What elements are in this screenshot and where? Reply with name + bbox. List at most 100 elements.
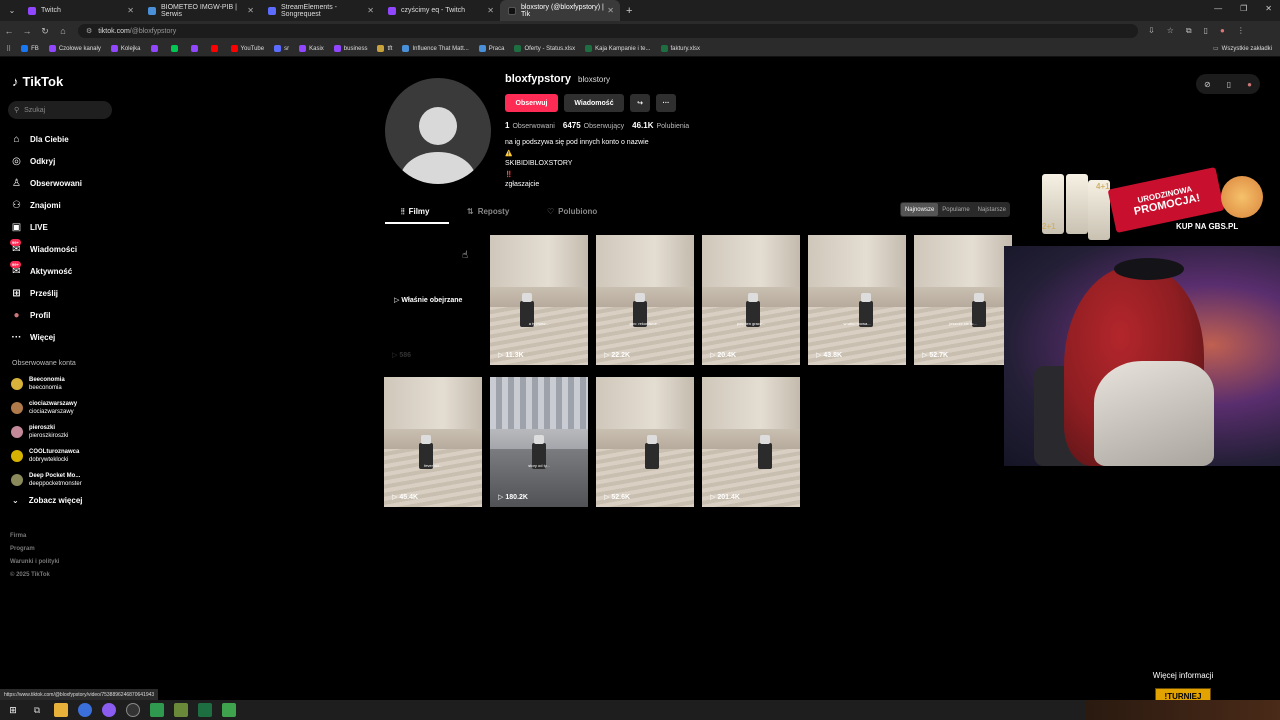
nav-item-message[interactable]: ✉ 99+ Wiadomości (10, 238, 82, 260)
video-tile[interactable]: a ty masz... ▷ 11.3K (490, 235, 588, 365)
close-icon[interactable]: ✕ (127, 6, 134, 15)
bookmark-star-icon[interactable]: ☆ (1167, 26, 1174, 36)
followed-account[interactable]: Deep Pocket Mo... deeppocketmonster (11, 468, 82, 492)
share-icon[interactable]: ↪ (630, 94, 650, 112)
video-tile[interactable]: ▷ 201.4K (702, 377, 800, 507)
chrome-icon[interactable] (78, 703, 92, 717)
follow-button[interactable]: Obserwuj (505, 94, 558, 112)
bookmark-item[interactable]: FB (21, 45, 39, 52)
apps-grid-icon[interactable]: ⠿ (6, 45, 11, 53)
video-tile[interactable]: w wiku mowa... ▷ 43.8K (808, 235, 906, 365)
bookmark-item[interactable]: YouTube (230, 45, 264, 52)
extensions-icon[interactable]: ⧉ (1186, 26, 1192, 36)
bookmark-item[interactable]: faktury.xlsx (660, 45, 700, 52)
user-avatar-icon[interactable]: ● (1247, 80, 1252, 89)
close-icon[interactable]: ✕ (367, 6, 374, 15)
bookmark-item[interactable] (170, 45, 181, 52)
app-minecraft-icon[interactable] (174, 703, 188, 717)
new-tab-plus-icon[interactable]: + (626, 5, 632, 17)
nav-item-compass[interactable]: ◎ Odkryj (11, 150, 82, 172)
nav-item-avatar[interactable]: ● Profil (11, 304, 82, 326)
close-window-icon[interactable]: ✕ (1265, 4, 1272, 13)
close-icon[interactable]: ✕ (487, 6, 494, 15)
bookmark-item[interactable]: business (333, 45, 367, 52)
tab-reposts[interactable]: ⇅ Reposty (467, 207, 509, 216)
footer-link-company[interactable]: Firma (10, 530, 59, 543)
install-app-icon[interactable]: ⇩ (1148, 26, 1155, 36)
device-icon[interactable]: ▯ (1227, 80, 1231, 89)
reload-icon[interactable]: ↻ (36, 26, 54, 37)
site-info-icon[interactable]: ⚙ (86, 27, 92, 35)
bookmark-item[interactable]: Influence That Matt... (402, 45, 469, 52)
tab-liked[interactable]: ♡ Polubiono (547, 207, 597, 216)
task-view-icon[interactable]: ⧉ (30, 703, 44, 717)
file-explorer-icon[interactable] (54, 703, 68, 717)
windows-start-icon[interactable]: ⊞ (6, 703, 20, 717)
followed-account[interactable]: Beeconomia beeconomia (11, 372, 82, 396)
minimize-icon[interactable]: — (1214, 4, 1222, 13)
message-button[interactable]: Wiadomość (564, 94, 624, 112)
nav-item-person[interactable]: ♙ Obserwowani (11, 172, 82, 194)
back-icon[interactable]: ← (0, 26, 18, 36)
nav-item-live[interactable]: ▣ LIVE (11, 216, 82, 238)
tiktok-logo[interactable]: ♪ TikTok (12, 74, 63, 89)
bookmark-item[interactable]: Kaja Kampanie i te... (585, 45, 651, 52)
browser-tab[interactable]: Twitch ✕ (20, 0, 140, 21)
bookmark-item[interactable]: Czołowe kanały (48, 45, 101, 52)
close-icon[interactable]: ✕ (607, 6, 614, 15)
all-bookmarks-folder[interactable]: ▭ Wszystkie zakładki (1213, 45, 1272, 53)
forward-icon[interactable]: → (18, 26, 36, 36)
app-excel-icon[interactable] (198, 703, 212, 717)
nav-item-activity[interactable]: ✉ 99+ Aktywność (10, 260, 82, 282)
bookmark-item[interactable]: Kasix (299, 45, 324, 52)
video-tile[interactable]: story od ty... ▷ 180.2K (490, 377, 588, 507)
sort-oldest[interactable]: Najstarsze (974, 203, 1010, 216)
video-tile[interactable]: fever od... ▷ 45.4K (384, 377, 482, 507)
tab-videos[interactable]: ⦙⦙ Filmy (401, 207, 430, 217)
bookmark-item[interactable] (190, 45, 201, 52)
video-tile[interactable]: jeszcze sie tu... ▷ 52.7K (914, 235, 1012, 365)
sidebar-toggle-icon[interactable]: ▯ (1204, 26, 1208, 36)
see-more-button[interactable]: ⌄ Zobacz więcej (12, 496, 83, 505)
nav-item-upload[interactable]: ⊞ Prześlij (11, 282, 82, 304)
video-tile[interactable]: pov: rekordwoe... ▷ 22.2K (596, 235, 694, 365)
following-stat[interactable]: 1 Obserwowani (505, 121, 555, 130)
bookmark-item[interactable]: tft (377, 45, 392, 52)
nav-item-friends[interactable]: ⚇ Znajomi (11, 194, 82, 216)
bookmark-item[interactable]: sr (274, 45, 289, 52)
video-tile[interactable]: ▷ 52.6K (596, 377, 694, 507)
browser-tab[interactable]: czyścimy eq - Twitch ✕ (380, 0, 500, 21)
bookmark-item[interactable] (150, 45, 161, 52)
browser-tab[interactable]: BIOMETEO IMGW-PIB | Serwis ✕ (140, 0, 260, 21)
sort-popular[interactable]: Popularne (938, 203, 973, 216)
followers-stat[interactable]: 6475 Obserwujący (563, 121, 624, 130)
url-input[interactable]: ⚙ tiktok.com/@bloxfypstory (78, 24, 1138, 38)
footer-link-terms[interactable]: Warunki i polityki (10, 556, 59, 569)
bookmark-item[interactable]: Oferty - Status.xlsx (514, 45, 575, 52)
sort-newest[interactable]: Najnowsze (900, 203, 939, 216)
more-options-icon[interactable]: ··· (656, 94, 676, 112)
profile-icon[interactable]: ● (1220, 26, 1225, 36)
video-tile[interactable]: pov: ten gracz... ▷ 20.4K (702, 235, 800, 365)
browser-tab[interactable]: StreamElements - Songrequest ✕ (260, 0, 380, 21)
bookmark-item[interactable]: Kolejka (110, 45, 141, 52)
followed-account[interactable]: pieroszki pieroszkiroszki (11, 420, 82, 444)
app-cube-icon[interactable] (222, 703, 236, 717)
browser-menu-icon[interactable]: ⋮ (1237, 26, 1245, 36)
bookmark-item[interactable]: Praca (478, 45, 504, 52)
home-icon[interactable]: ⌂ (54, 26, 72, 36)
browser-tab-active[interactable]: bloxstory (@bloxfypstory) | Tik ✕ (500, 0, 620, 21)
followed-account[interactable]: ciociazwarszawy ciociazwarszawy (11, 396, 82, 420)
nav-item-home[interactable]: ⌂ Dla Ciebie (11, 128, 82, 150)
bookmark-item[interactable] (210, 45, 221, 52)
footer-link-program[interactable]: Program (10, 543, 59, 556)
search-input[interactable]: ⚲ Szukaj (8, 101, 112, 119)
followed-account[interactable]: COOLturoznawca dobrywteklocki (11, 444, 82, 468)
app-green-icon[interactable] (150, 703, 164, 717)
obs-icon[interactable] (126, 703, 140, 717)
close-icon[interactable]: ✕ (247, 6, 254, 15)
nav-item-more[interactable]: ··· Więcej (11, 326, 82, 348)
tab-search-icon[interactable]: ⌄ (4, 4, 20, 18)
maximize-icon[interactable]: ❐ (1240, 4, 1247, 13)
opera-icon[interactable] (102, 703, 116, 717)
